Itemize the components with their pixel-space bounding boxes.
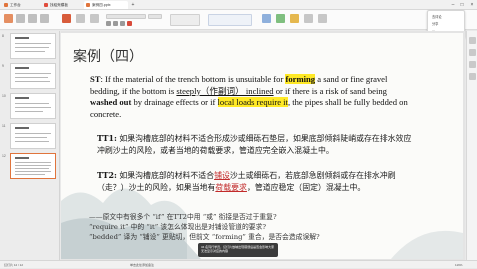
highlight-forming: forming xyxy=(285,74,316,84)
layout-icon[interactable] xyxy=(76,14,85,23)
new-tab-button[interactable]: + xyxy=(129,1,137,9)
tab-document[interactable]: 案例四.pptx xyxy=(84,1,128,9)
textbox-icon[interactable] xyxy=(262,14,271,23)
source-text: ST: If the material of the trench bottom… xyxy=(90,74,408,119)
font-family-select[interactable] xyxy=(106,14,146,19)
popup-item-share[interactable]: 分享 xyxy=(432,21,438,26)
thumb-number: 8 xyxy=(2,34,4,38)
slide-thumbnail-selected[interactable] xyxy=(10,153,56,179)
slide-title: 案例（四） xyxy=(73,49,143,65)
paragraph-group[interactable] xyxy=(170,14,200,26)
undo-icon[interactable] xyxy=(28,14,37,23)
toast-line: 无法显示对应的内容 xyxy=(201,248,229,253)
animation-icon[interactable] xyxy=(469,49,476,56)
italic-icon[interactable] xyxy=(113,21,118,26)
slide[interactable]: 案例（四） ST: If the material of the trench … xyxy=(61,33,463,259)
note-line: “require it” 中的 “it” 该怎么体现出是对铺设管道的要求? xyxy=(89,223,266,231)
slide-thumbnail[interactable] xyxy=(10,93,56,119)
slide-thumbnail[interactable] xyxy=(10,123,56,149)
find-icon[interactable] xyxy=(318,14,327,23)
transition-icon[interactable] xyxy=(469,73,476,80)
thumb-number: 11 xyxy=(2,124,6,128)
note-line: “bedded” 译为 “铺设” 更贴切，但前文 “forming” 重合，是否… xyxy=(89,233,320,241)
arrange-icon[interactable] xyxy=(304,14,313,23)
st-label: ST xyxy=(90,74,101,84)
shape-icon[interactable] xyxy=(276,14,285,23)
bold-washed-out: washed out xyxy=(90,97,132,108)
design-icon[interactable] xyxy=(469,61,476,68)
slide-canvas: 案例（四） ST: If the material of the trench … xyxy=(61,31,465,260)
title-bar: 工作台 找稻壳模板 案例四.pptx + – □ × xyxy=(0,0,477,10)
underline-icon[interactable] xyxy=(120,21,125,26)
translation-tt2: TT2: 如果沟槽底部的材料不适合铺设沙土或细砾石，若底部急剧倾斜或存在排水冲刷… xyxy=(97,171,396,192)
thumb-number: 12 xyxy=(2,154,6,158)
styles-gallery[interactable] xyxy=(208,14,252,26)
tab-workbench[interactable]: 工作台 xyxy=(2,1,40,9)
minimize-button[interactable]: – xyxy=(449,1,457,9)
right-sidebar xyxy=(466,31,477,260)
reset-icon[interactable] xyxy=(90,14,99,23)
maximize-button[interactable]: □ xyxy=(458,1,466,9)
menu-icon[interactable] xyxy=(4,14,13,23)
slide-thumbnail[interactable] xyxy=(10,33,56,59)
translation-tt1: TT1: 如果沟槽底部的材料不适合形成沙或细砾石垫层，如果底部倾斜陡峭或存在排水… xyxy=(97,134,412,155)
save-icon[interactable] xyxy=(16,14,25,23)
new-slide-icon[interactable] xyxy=(62,14,71,23)
underline-steeply: steeply（作副词） inclined xyxy=(176,85,274,96)
tt2-highlight-pudian: 铺设 xyxy=(214,171,230,180)
tt1-label: TT1: xyxy=(97,134,117,143)
tt2-highlight-load: 荷载要求 xyxy=(215,182,247,192)
close-button[interactable]: × xyxy=(468,1,476,9)
thumb-number: 10 xyxy=(2,94,6,98)
slide-thumbnails-pane: 8 9 10 11 12 xyxy=(0,31,60,260)
status-bar: 幻灯片 12 / 12 单击此处添加备注 116% xyxy=(0,260,477,268)
template-icon xyxy=(44,3,48,7)
app-icon xyxy=(4,3,8,7)
highlight-local-loads: local loads require it xyxy=(217,97,288,108)
properties-icon[interactable] xyxy=(469,37,476,44)
picture-icon[interactable] xyxy=(290,14,299,23)
popup-item-comment[interactable]: 去评论 xyxy=(432,14,442,19)
ribbon-toolbar xyxy=(0,10,477,30)
slide-thumbnail[interactable] xyxy=(10,63,56,89)
ppt-icon xyxy=(86,3,90,7)
thumb-number: 9 xyxy=(2,64,4,68)
font-color-icon[interactable] xyxy=(127,21,132,26)
tab-templates[interactable]: 找稻壳模板 xyxy=(42,1,82,9)
font-size-select[interactable] xyxy=(148,14,162,19)
note-line: ——原文中有很多个 “if” 在TT2中用 “或” 衔接是否过于重复? xyxy=(89,213,277,221)
notification-toast: 34 名同行学员，幻灯片放映出现错误后是否会影响大家 无法显示对应的内容 xyxy=(198,243,278,257)
tt2-label: TT2: xyxy=(97,171,117,180)
redo-icon[interactable] xyxy=(40,14,49,23)
bold-icon[interactable] xyxy=(106,21,111,26)
